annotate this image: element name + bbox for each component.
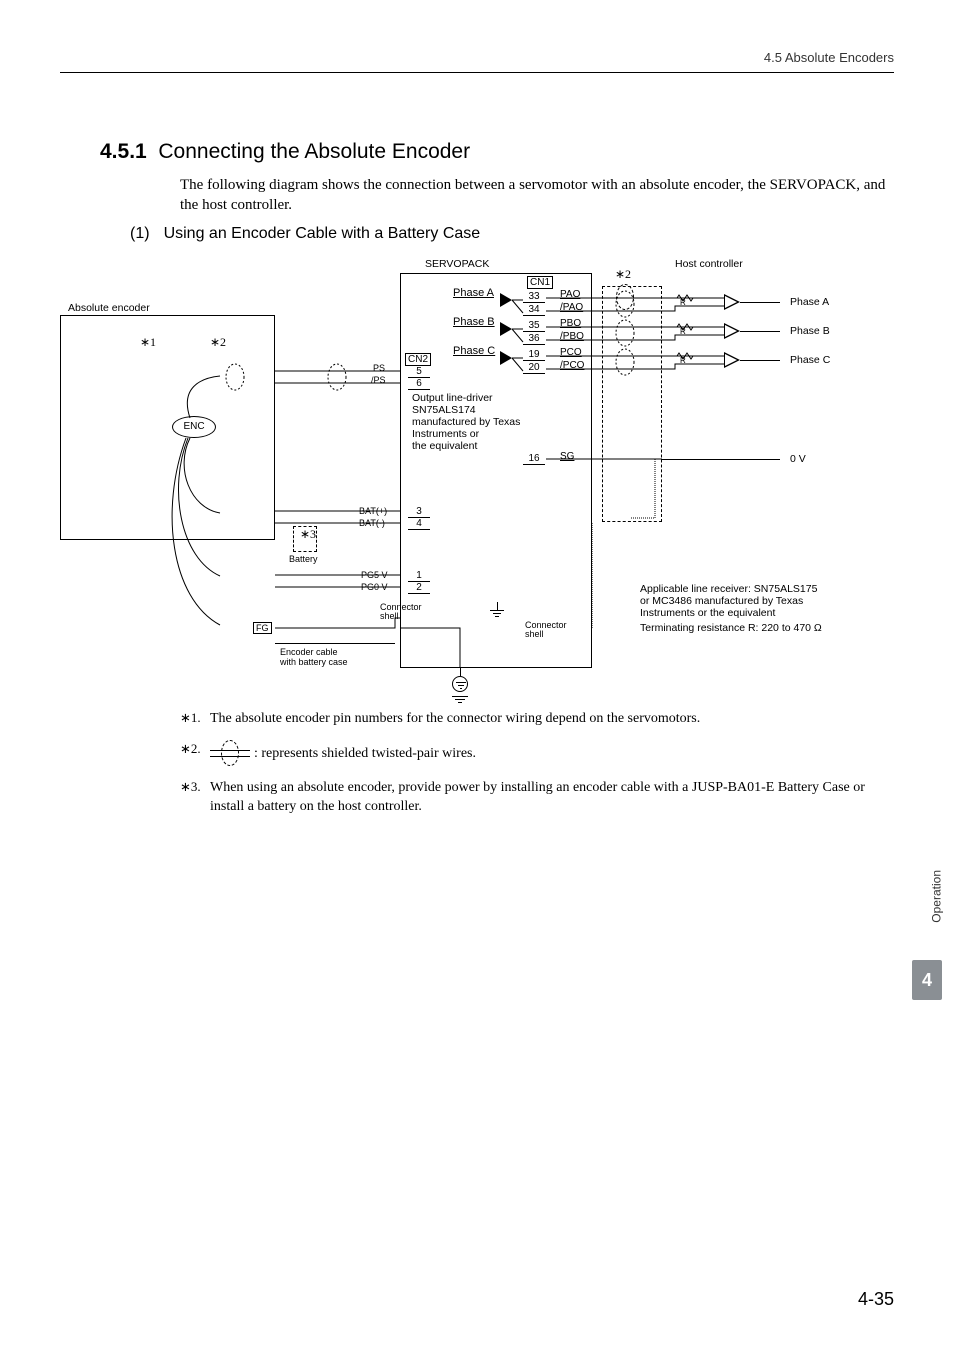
footnotes: ∗1. The absolute encoder pin numbers for… xyxy=(180,710,894,829)
wire-svg xyxy=(60,258,894,698)
subsection-heading: (1)Using an Encoder Cable with a Battery… xyxy=(130,225,480,243)
footnote-2: ∗2. : represents shielded twisted-pair w… xyxy=(180,741,894,767)
header-breadcrumb: 4.5 Absolute Encoders xyxy=(764,50,894,65)
footnote-3: ∗3. When using an absolute encoder, prov… xyxy=(180,779,894,817)
side-tab-chapter: 4 xyxy=(912,960,942,1000)
footnote-1: ∗1. The absolute encoder pin numbers for… xyxy=(180,710,894,729)
twisted-pair-icon xyxy=(210,741,250,767)
header-rule xyxy=(60,72,894,73)
page-number: 4-35 xyxy=(858,1289,894,1310)
wiring-diagram: SERVOPACK Host controller Absolute encod… xyxy=(60,258,894,698)
side-tab-label: Operation xyxy=(930,870,944,923)
section-intro: The following diagram shows the connecti… xyxy=(180,175,894,216)
section-heading: 4.5.1 Connecting the Absolute Encoder xyxy=(100,140,470,164)
